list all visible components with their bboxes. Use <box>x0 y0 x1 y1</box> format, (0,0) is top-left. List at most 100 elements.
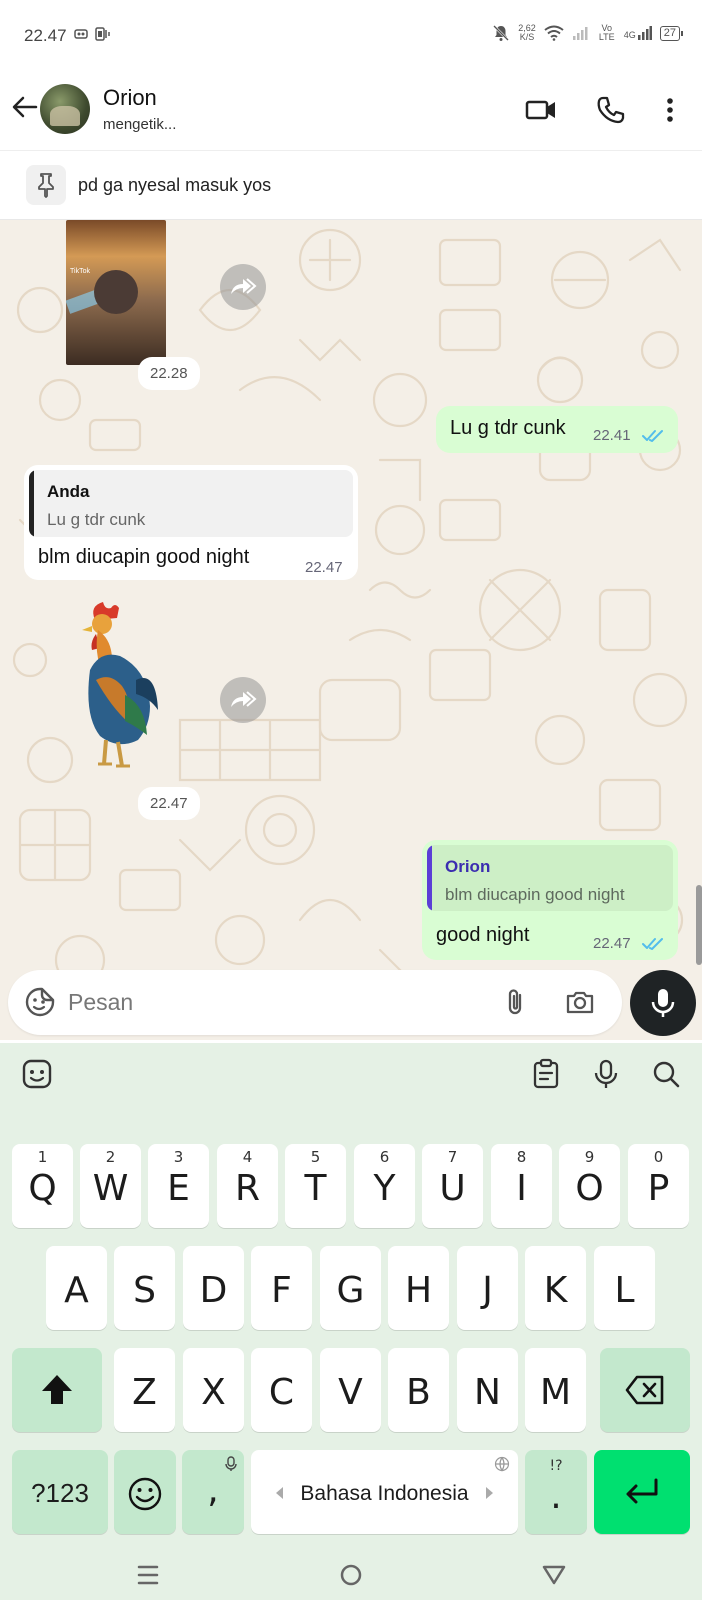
more-options-icon[interactable] <box>655 94 685 126</box>
key-letter: B <box>406 1372 431 1413</box>
signal-strong-icon <box>637 26 652 40</box>
incoming-message[interactable]: Anda Lu g tdr cunk blm diucapin good nig… <box>24 465 358 580</box>
system-nav-bar <box>0 1550 702 1600</box>
key-number: 2 <box>105 1148 116 1166</box>
back-arrow-icon[interactable] <box>10 92 40 122</box>
key-p[interactable]: 0P <box>628 1144 689 1228</box>
comma-key[interactable]: , <box>182 1450 244 1534</box>
key-f[interactable]: F <box>251 1246 312 1330</box>
key-u[interactable]: 7U <box>422 1144 483 1228</box>
clipboard-icon[interactable] <box>529 1057 563 1091</box>
key-letter: Z <box>132 1372 157 1413</box>
chat-area[interactable]: TikTok 22.28 Lu g tdr cunk 22.41 Anda Lu… <box>0 220 702 1040</box>
key-label: . <box>550 1476 562 1517</box>
camera-icon[interactable] <box>564 986 596 1018</box>
contact-name[interactable]: Orion <box>103 85 157 111</box>
key-label: , <box>207 1470 219 1511</box>
home-icon[interactable] <box>336 1560 366 1590</box>
key-x[interactable]: X <box>183 1348 244 1432</box>
emoji-key[interactable] <box>114 1450 176 1534</box>
quoted-message[interactable]: Orion blm diucapin good night <box>427 845 673 911</box>
forward-button[interactable] <box>220 677 266 723</box>
key-g[interactable]: G <box>320 1246 381 1330</box>
key-q[interactable]: 1Q <box>12 1144 73 1228</box>
rooster-sticker[interactable] <box>70 600 160 770</box>
key-z[interactable]: Z <box>114 1348 175 1432</box>
key-letter: J <box>482 1270 493 1311</box>
key-h[interactable]: H <box>388 1246 449 1330</box>
recent-apps-icon[interactable] <box>133 1560 163 1590</box>
quoted-message[interactable]: Anda Lu g tdr cunk <box>29 470 353 537</box>
key-t[interactable]: 5T <box>285 1144 346 1228</box>
key-letter: C <box>268 1372 295 1413</box>
smiley-icon <box>128 1477 162 1511</box>
microphone-icon <box>651 989 675 1017</box>
key-a[interactable]: A <box>46 1246 107 1330</box>
key-d[interactable]: D <box>183 1246 244 1330</box>
message-input[interactable] <box>68 986 468 1018</box>
quote-bar <box>29 470 34 537</box>
key-number: 8 <box>516 1148 527 1166</box>
quote-text: blm diucapin good night <box>445 885 625 904</box>
key-number: 0 <box>653 1148 664 1166</box>
key-w[interactable]: 2W <box>80 1144 141 1228</box>
search-icon[interactable] <box>649 1057 683 1091</box>
key-i[interactable]: 8I <box>491 1144 552 1228</box>
pin-icon-box <box>26 165 66 205</box>
thumb-subject <box>94 270 138 314</box>
quote-bar <box>427 845 432 911</box>
key-v[interactable]: V <box>320 1348 381 1432</box>
message-time: 22.41 <box>593 427 631 444</box>
chat-header: Orion mengetik... <box>0 70 702 150</box>
voice-record-button[interactable] <box>630 970 696 1036</box>
key-letter: M <box>539 1372 572 1413</box>
attachment-icon[interactable] <box>500 986 532 1018</box>
key-o[interactable]: 9O <box>559 1144 620 1228</box>
avatar[interactable] <box>40 84 90 134</box>
period-key[interactable]: !? . <box>525 1450 587 1534</box>
key-letter: F <box>271 1270 292 1311</box>
emoji-sticker-icon[interactable] <box>20 1057 54 1091</box>
scrollbar[interactable] <box>696 885 702 965</box>
key-letter: O <box>575 1168 604 1209</box>
voice-input-icon[interactable] <box>589 1057 623 1091</box>
key-k[interactable]: K <box>525 1246 586 1330</box>
key-number: 3 <box>173 1148 184 1166</box>
key-s[interactable]: S <box>114 1246 175 1330</box>
outgoing-message[interactable]: Lu g tdr cunk 22.41 <box>436 406 678 453</box>
status-right: 2,62 K/S Vo LTE 4G 27 <box>492 24 684 42</box>
message-time: 22.47 <box>138 787 200 820</box>
key-letter: E <box>167 1168 190 1209</box>
pinned-message-bar[interactable]: pd ga nyesal masuk yos <box>0 150 702 220</box>
key-l[interactable]: L <box>594 1246 655 1330</box>
space-key[interactable]: Bahasa Indonesia <box>251 1450 518 1534</box>
key-b[interactable]: B <box>388 1348 449 1432</box>
composer-bar <box>0 965 702 1045</box>
key-e[interactable]: 3E <box>148 1144 209 1228</box>
backspace-key[interactable] <box>600 1348 690 1432</box>
status-bar: 22.47 2,62 K/S Vo LTE 4G 27 <box>0 0 702 70</box>
forward-button[interactable] <box>220 264 266 310</box>
enter-key[interactable] <box>594 1450 690 1534</box>
key-c[interactable]: C <box>251 1348 312 1432</box>
key-y[interactable]: 6Y <box>354 1144 415 1228</box>
video-thumbnail[interactable]: TikTok <box>66 220 166 365</box>
wifi-icon <box>544 25 564 41</box>
voice-call-icon[interactable] <box>595 94 627 126</box>
sticker-emoji-icon[interactable] <box>24 986 56 1018</box>
key-m[interactable]: M <box>525 1348 586 1432</box>
symbols-key[interactable]: ?123 <box>12 1450 108 1534</box>
key-letter: R <box>234 1168 260 1209</box>
shift-key[interactable] <box>12 1348 102 1432</box>
message-field[interactable] <box>8 970 622 1035</box>
outgoing-message[interactable]: Orion blm diucapin good night good night… <box>422 840 678 960</box>
message-text: Lu g tdr cunk <box>450 417 566 439</box>
space-label: Bahasa Indonesia <box>300 1482 469 1505</box>
key-j[interactable]: J <box>457 1246 518 1330</box>
video-call-icon[interactable] <box>525 94 557 126</box>
read-ticks-icon <box>642 430 663 442</box>
back-icon[interactable] <box>539 1560 569 1590</box>
key-n[interactable]: N <box>457 1348 518 1432</box>
pinned-message-text: pd ga nyesal masuk yos <box>78 175 272 195</box>
key-r[interactable]: 4R <box>217 1144 278 1228</box>
